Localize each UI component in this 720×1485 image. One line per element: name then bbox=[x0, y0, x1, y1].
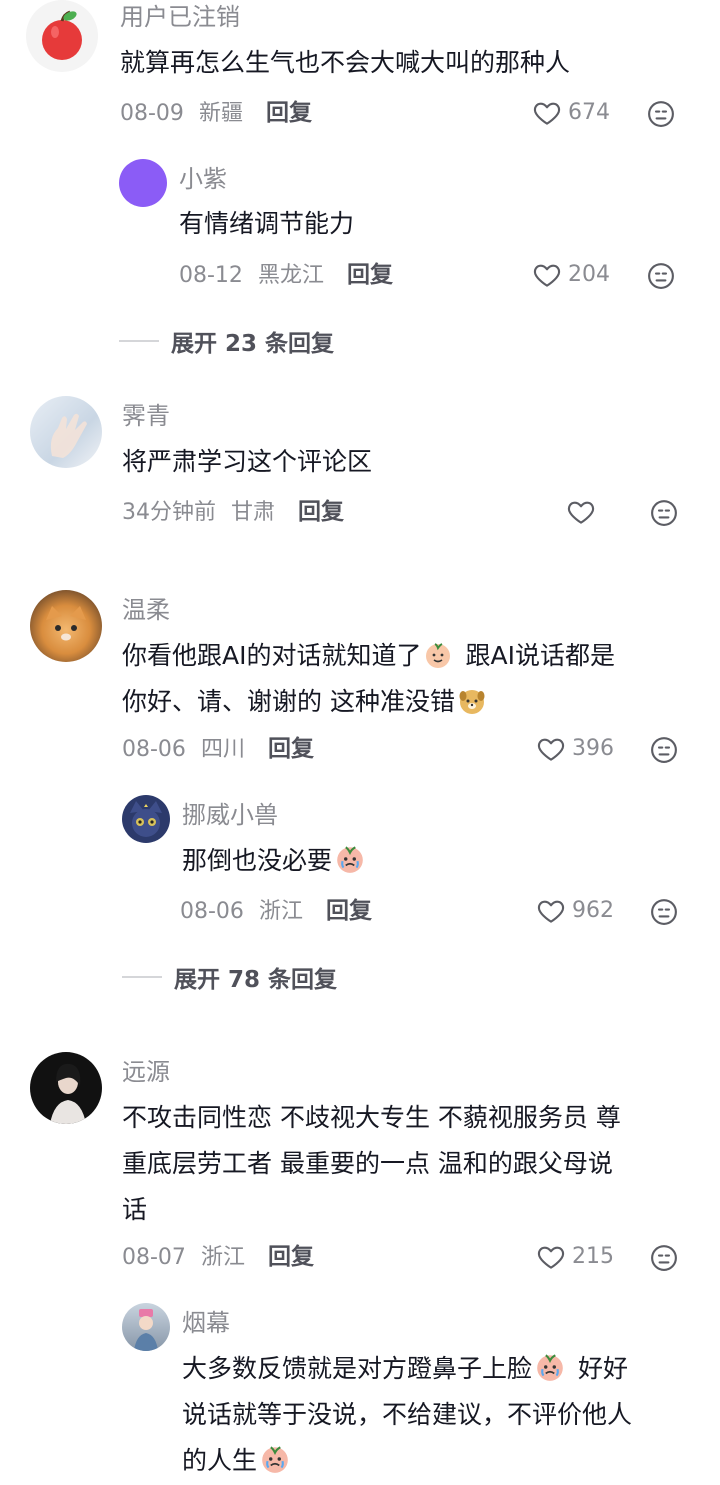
comment-date: 08-06 bbox=[122, 737, 186, 762]
heart-icon bbox=[536, 1242, 566, 1272]
figure-avatar-icon bbox=[134, 1309, 158, 1351]
comment-username[interactable]: 温柔 bbox=[122, 595, 170, 625]
comment-text: 就算再怎么生气也不会大喊大叫的那种人 bbox=[120, 48, 571, 77]
comment-meta: 08-07 浙江 回复 bbox=[122, 1242, 314, 1273]
comment-text-part: 你好、请、谢谢的 这种准没错 bbox=[122, 687, 455, 716]
avatar[interactable] bbox=[30, 590, 102, 662]
reply-meta: 08-06 浙江 回复 bbox=[180, 896, 372, 927]
reply-button[interactable]: 回复 bbox=[347, 262, 393, 288]
like-count: 204 bbox=[568, 262, 610, 287]
heart-icon bbox=[532, 98, 562, 128]
heart-icon bbox=[536, 734, 566, 764]
reply-text-line: 说话就等于没说，不给建议，不评价他人 bbox=[182, 1400, 633, 1429]
reply-avatar[interactable] bbox=[122, 795, 170, 843]
comment-meta: 34分钟前 甘肃 回复 bbox=[122, 497, 344, 528]
like-count: 674 bbox=[568, 100, 610, 125]
cry-emoji-icon bbox=[259, 1443, 291, 1475]
comment-username[interactable]: 远源 bbox=[122, 1057, 170, 1087]
expand-replies-button[interactable]: 展开 78 条回复 bbox=[122, 960, 337, 994]
reply-button[interactable]: 回复 bbox=[266, 100, 312, 126]
avatar[interactable] bbox=[30, 396, 102, 468]
like-button[interactable]: 962 bbox=[536, 896, 614, 926]
expand-divider bbox=[122, 976, 162, 978]
expand-divider bbox=[119, 340, 159, 342]
reply-username[interactable]: 小紫 bbox=[179, 164, 227, 194]
reply-text: 大多数反馈就是对方蹬鼻子上脸 好好 说话就等于没说，不给建议，不评价他人 的人生 bbox=[182, 1346, 702, 1484]
dislike-icon[interactable] bbox=[649, 735, 679, 765]
reply-location: 浙江 bbox=[258, 899, 303, 924]
comment-text: 你看他跟AI的对话就知道了 跟AI说话都是 你好、请、谢谢的 这种准没错 bbox=[122, 633, 692, 725]
like-button[interactable]: 674 bbox=[532, 98, 610, 128]
comment-date: 34分钟前 bbox=[122, 500, 216, 525]
reply-text-part: 那倒也没必要 bbox=[182, 846, 333, 875]
reply-text-line: 大多数反馈就是对方蹬鼻子上脸 好好 bbox=[182, 1346, 702, 1392]
cat-avatar-icon bbox=[130, 801, 162, 837]
reply-avatar[interactable] bbox=[122, 1303, 170, 1351]
comment-date: 08-09 bbox=[120, 101, 184, 126]
comment-text-line: 重底层劳工者 最重要的一点 温和的跟父母说 bbox=[122, 1149, 613, 1178]
reply-username[interactable]: 挪威小兽 bbox=[182, 800, 278, 830]
expand-replies-button[interactable]: 展开 23 条回复 bbox=[119, 324, 334, 358]
comment-meta: 08-06 四川 回复 bbox=[122, 734, 314, 765]
reply-avatar[interactable] bbox=[119, 159, 167, 207]
comment-text-part: 你看他跟AI的对话就知道了 bbox=[122, 641, 422, 670]
reply-button[interactable]: 回复 bbox=[326, 898, 372, 924]
heart-icon bbox=[536, 896, 566, 926]
dislike-icon[interactable] bbox=[649, 897, 679, 927]
reply-text: 那倒也没必要 bbox=[182, 838, 368, 884]
comment-text-line: 话 bbox=[122, 1195, 148, 1224]
comment-username[interactable]: 用户已注销 bbox=[120, 2, 240, 32]
like-count: 215 bbox=[572, 1244, 614, 1269]
reply-date: 08-06 bbox=[180, 899, 244, 924]
dislike-icon[interactable] bbox=[646, 261, 676, 291]
comment-meta: 08-09 新疆 回复 bbox=[120, 98, 312, 129]
like-count: 962 bbox=[572, 898, 614, 923]
comment-username[interactable]: 霁青 bbox=[122, 401, 170, 431]
expand-label: 展开 78 条回复 bbox=[174, 967, 338, 993]
reply-date: 08-12 bbox=[179, 263, 243, 288]
like-count: 396 bbox=[572, 736, 614, 761]
avatar[interactable] bbox=[26, 0, 98, 72]
reply-location: 黑龙江 bbox=[257, 263, 324, 288]
reply-text: 有情绪调节能力 bbox=[179, 209, 355, 238]
dislike-icon[interactable] bbox=[646, 99, 676, 129]
reply-text-part: 的人生 bbox=[182, 1446, 258, 1475]
like-button[interactable] bbox=[566, 497, 596, 527]
comment-location: 新疆 bbox=[198, 101, 243, 126]
comment-location: 四川 bbox=[200, 737, 245, 762]
comment-text: 将严肃学习这个评论区 bbox=[122, 447, 373, 476]
cry-emoji-icon bbox=[334, 843, 366, 875]
comment-location: 甘肃 bbox=[231, 500, 276, 525]
comment-text: 不攻击同性恋 不歧视大专生 不藐视服务员 尊 重底层劳工者 最重要的一点 温和的… bbox=[122, 1095, 702, 1233]
like-button[interactable]: 204 bbox=[532, 260, 610, 290]
kitten-avatar-icon bbox=[46, 606, 86, 641]
smile-emoji-icon bbox=[423, 640, 453, 670]
comment-text-line: 不攻击同性恋 不歧视大专生 不藐视服务员 尊 bbox=[122, 1103, 621, 1132]
heart-icon bbox=[566, 497, 596, 527]
expand-label: 展开 23 条回复 bbox=[171, 331, 335, 357]
apple-avatar-icon bbox=[42, 10, 82, 60]
avatar[interactable] bbox=[30, 1052, 102, 1124]
cry-emoji-icon bbox=[534, 1351, 566, 1383]
reply-button[interactable]: 回复 bbox=[268, 1244, 314, 1270]
comment-location: 浙江 bbox=[200, 1245, 245, 1270]
dog-emoji-icon bbox=[457, 686, 487, 716]
reply-text-line: 的人生 bbox=[182, 1438, 702, 1484]
reply-button[interactable]: 回复 bbox=[268, 736, 314, 762]
reply-button[interactable]: 回复 bbox=[298, 499, 344, 525]
hand-avatar-icon bbox=[50, 413, 87, 458]
reply-text-part: 大多数反馈就是对方蹬鼻子上脸 bbox=[182, 1354, 533, 1383]
reply-username[interactable]: 烟幕 bbox=[182, 1308, 230, 1338]
heart-icon bbox=[532, 260, 562, 290]
reply-text-part: 好好 bbox=[578, 1354, 629, 1383]
portrait-avatar-icon bbox=[50, 1063, 86, 1124]
like-button[interactable]: 215 bbox=[536, 1242, 614, 1272]
reply-meta: 08-12 黑龙江 回复 bbox=[179, 260, 393, 291]
like-button[interactable]: 396 bbox=[536, 734, 614, 764]
comment-text-part: 跟AI说话都是 bbox=[465, 641, 615, 670]
dislike-icon[interactable] bbox=[649, 498, 679, 528]
dislike-icon[interactable] bbox=[649, 1243, 679, 1273]
comment-date: 08-07 bbox=[122, 1245, 186, 1270]
